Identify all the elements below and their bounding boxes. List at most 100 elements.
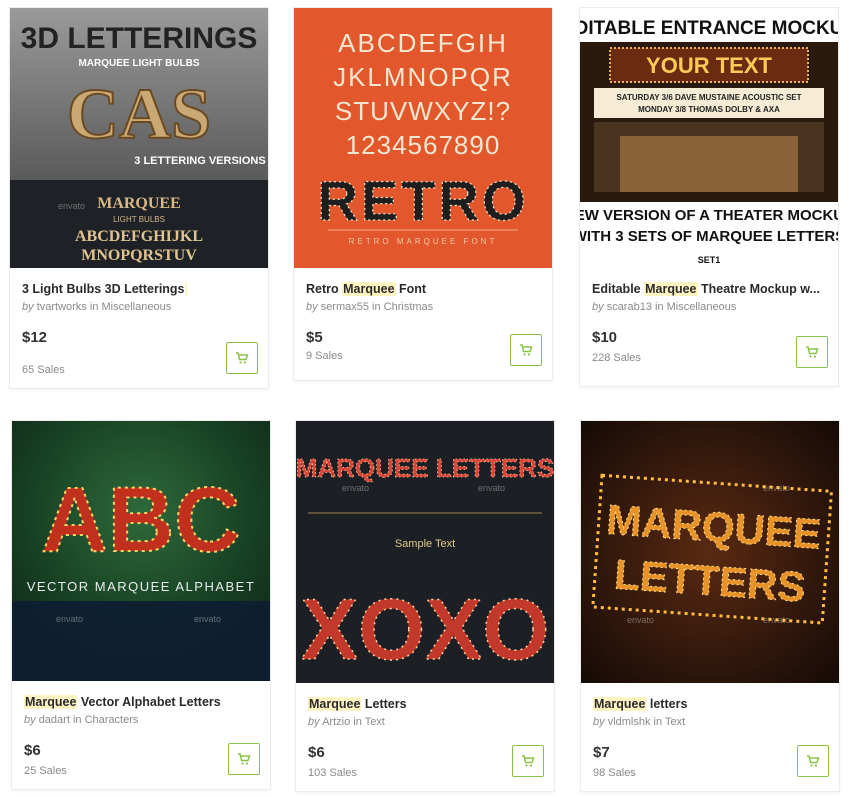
watermark: envato [342, 483, 370, 493]
product-info: Marquee Vector Alphabet Letters by dadar… [12, 681, 270, 789]
product-thumbnail[interactable]: ABC VECTOR MARQUEE ALPHABET envato envat… [12, 421, 270, 681]
product-price: $6 [308, 744, 325, 761]
add-to-cart-button[interactable] [796, 336, 828, 368]
cart-icon [238, 753, 251, 765]
add-to-cart-button[interactable] [512, 745, 544, 777]
thumb-caption: VECTOR MARQUEE ALPHABET [27, 579, 256, 594]
watermark: envato [478, 483, 506, 493]
product-card: MARQUEE LETTERS Sample Text XOXO envato … [296, 421, 554, 791]
thumb-caption-1: NEW VERSION OF A THEATER MOCKUP [580, 207, 838, 224]
add-to-cart-button[interactable] [226, 342, 258, 374]
category-link[interactable]: Text [665, 716, 685, 728]
watermark: envato [763, 615, 791, 625]
thumb-caption: RETRO MARQUEE FONT [349, 237, 498, 246]
sales-count: 65 Sales [22, 364, 65, 376]
cart-icon [522, 755, 535, 767]
product-title[interactable]: Retro Marquee Font [306, 282, 540, 296]
product-card: ABCDEFGIH JKLMNOPQR STUVWXYZ!? 123456789… [294, 8, 552, 380]
watermark: envato [194, 614, 222, 624]
sales-count: 9 Sales [306, 350, 343, 362]
cart-icon [806, 346, 819, 358]
author-link[interactable]: scarab13 [607, 301, 652, 313]
product-info: 3 Light Bulbs 3D Letterings by tvartwork… [10, 268, 268, 388]
sales-count: 103 Sales [308, 767, 357, 779]
thumb-line-2: MONDAY 3/8 THOMAS DOLBY & AXA [638, 105, 780, 114]
thumb-row-2: JKLMNOPQR [333, 62, 513, 92]
category-link[interactable]: Christmas [384, 301, 434, 313]
add-to-cart-button[interactable] [797, 745, 829, 777]
cart-icon [807, 755, 820, 767]
thumb-line-1: SATURDAY 3/6 DAVE MUSTAINE ACOUSTIC SET [616, 93, 801, 102]
watermark: envato [627, 615, 655, 625]
thumb-row-4: 1234567890 [346, 130, 501, 160]
product-byline: by tvartworks in Miscellaneous [22, 301, 172, 313]
product-price: $10 [592, 329, 618, 346]
category-link[interactable]: Text [365, 716, 385, 728]
thumb-title: 3D LETTERINGS [21, 22, 258, 55]
product-price: $7 [593, 744, 610, 761]
author-link[interactable]: vldmlshk [608, 716, 651, 728]
product-title[interactable]: 3 Light Bulbs 3D Letterings [22, 282, 256, 296]
product-byline: by scarab13 in Miscellaneous [592, 301, 737, 313]
product-title[interactable]: Marquee letters [593, 697, 827, 711]
product-thumbnail[interactable]: 3D LETTERINGS MARQUEE LIGHT BULBS CAS 3 … [10, 8, 268, 268]
thumb-caption-3: SET1 [698, 255, 721, 265]
watermark: envato [763, 483, 791, 493]
thumb-big-word: XOXO [301, 582, 550, 678]
product-thumbnail[interactable]: ABCDEFGIH JKLMNOPQR STUVWXYZ!? 123456789… [294, 8, 552, 268]
sales-count: 228 Sales [592, 352, 641, 364]
product-byline: by sermax55 in Christmas [306, 301, 434, 313]
thumb-lower-1: MARQUEE [97, 195, 181, 212]
cart-icon [520, 344, 533, 356]
category-link[interactable]: Miscellaneous [102, 301, 172, 313]
thumb-lower-2: LIGHT BULBS [113, 215, 165, 224]
thumb-caption-2: WITH 3 SETS OF MARQUEE LETTERS [580, 228, 838, 245]
product-thumbnail[interactable]: MARQUEE LETTERS envato envato envato [581, 421, 839, 683]
product-card: MARQUEE LETTERS envato envato envato Mar… [581, 421, 839, 791]
product-info: Retro Marquee Font by sermax55 in Christ… [294, 268, 552, 380]
thumb-sign: YOUR TEXT [646, 53, 772, 78]
thumb-big-letters: CAS [67, 74, 211, 154]
thumb-sample: Sample Text [395, 538, 455, 550]
product-info: Marquee Letters by Artzio in Text $6 103… [296, 683, 554, 791]
product-byline: by Artzio in Text [308, 716, 385, 728]
product-info: Marquee letters by vldmlshk in Text $7 9… [581, 683, 839, 791]
product-title[interactable]: Marquee Letters [308, 697, 542, 711]
product-byline: by vldmlshk in Text [593, 716, 686, 728]
product-price: $6 [24, 742, 41, 759]
watermark: envato [58, 201, 86, 211]
product-card: ABC VECTOR MARQUEE ALPHABET envato envat… [12, 421, 270, 789]
thumb-lower-3: ABCDEFGHIJKL [75, 228, 203, 245]
product-card: 3D LETTERINGS MARQUEE LIGHT BULBS CAS 3 … [10, 8, 268, 388]
thumb-title: EDITABLE ENTRANCE MOCKUP [580, 18, 838, 39]
cart-icon [236, 352, 249, 364]
product-title[interactable]: Marquee Vector Alphabet Letters [24, 695, 258, 709]
thumb-title: MARQUEE LETTERS [296, 453, 554, 483]
sales-count: 25 Sales [24, 765, 67, 777]
product-info: Editable Marquee Theatre Mockup w... by … [580, 268, 838, 386]
thumb-row-1: ABCDEFGIH [338, 28, 508, 58]
thumb-lower-4: MNOPQRSTUV [81, 247, 197, 264]
product-thumbnail[interactable]: MARQUEE LETTERS Sample Text XOXO envato … [296, 421, 554, 683]
product-card: EDITABLE ENTRANCE MOCKUP YOUR TEXT SATUR… [580, 8, 838, 386]
watermark: envato [56, 614, 84, 624]
thumb-big-word: RETRO [318, 169, 529, 232]
author-link[interactable]: dadart [39, 714, 70, 726]
thumb-tag: 3 LETTERING VERSIONS [134, 155, 265, 167]
product-title[interactable]: Editable Marquee Theatre Mockup w... [592, 282, 826, 296]
author-link[interactable]: Artzio [322, 716, 350, 728]
product-price: $12 [22, 329, 48, 346]
author-link[interactable]: sermax55 [321, 301, 369, 313]
category-link[interactable]: Miscellaneous [667, 301, 737, 313]
add-to-cart-button[interactable] [228, 743, 260, 775]
author-link[interactable]: tvartworks [37, 301, 87, 313]
product-thumbnail[interactable]: EDITABLE ENTRANCE MOCKUP YOUR TEXT SATUR… [580, 8, 838, 268]
thumb-row-3: STUVWXYZ!? [335, 96, 511, 126]
category-link[interactable]: Characters [85, 714, 139, 726]
add-to-cart-button[interactable] [510, 334, 542, 366]
thumb-big-letters: ABC [41, 469, 240, 571]
thumb-subtitle: MARQUEE LIGHT BULBS [78, 58, 199, 69]
sales-count: 98 Sales [593, 767, 636, 779]
product-byline: by dadart in Characters [24, 714, 139, 726]
product-price: $5 [306, 329, 323, 346]
